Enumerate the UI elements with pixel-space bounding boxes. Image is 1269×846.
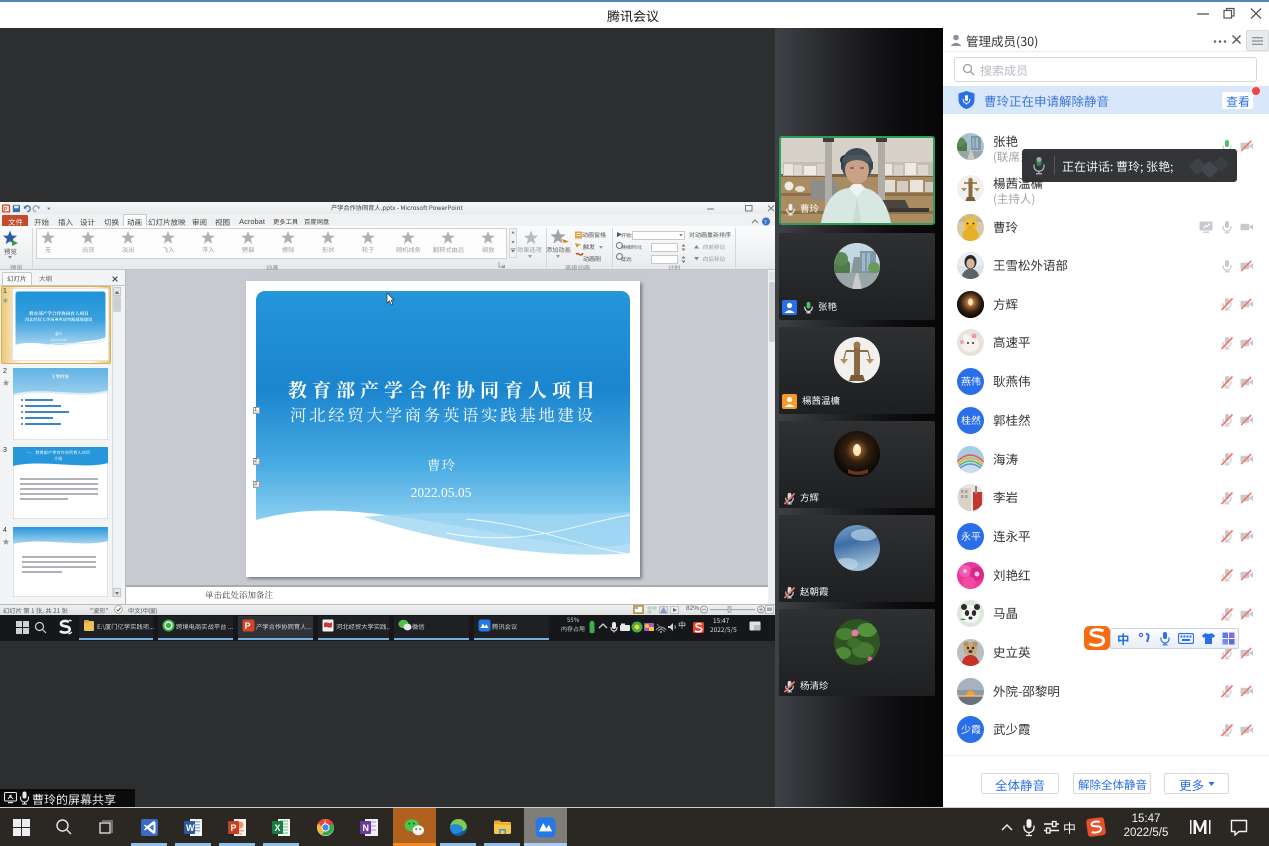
svg-text:P: P bbox=[4, 206, 8, 212]
svg-text:N: N bbox=[362, 823, 369, 833]
svg-text:W: W bbox=[186, 823, 195, 833]
svg-text:P: P bbox=[245, 621, 251, 631]
svg-text:?: ? bbox=[764, 220, 767, 226]
svg-text:X: X bbox=[274, 823, 280, 833]
svg-text:P: P bbox=[230, 823, 236, 833]
